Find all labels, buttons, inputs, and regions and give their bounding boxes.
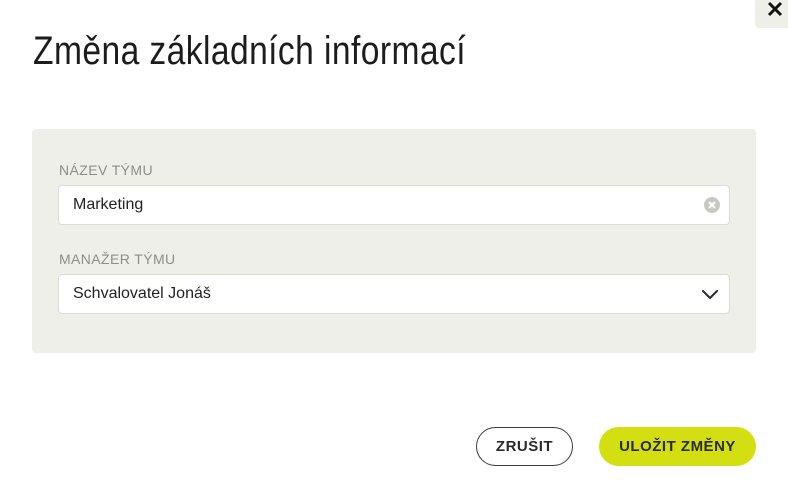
cancel-button[interactable]: ZRUŠIT [476,427,573,466]
edit-team-dialog: Změna základních informací NÁZEV TÝMU MA… [0,0,788,484]
dialog-title: Změna základních informací [33,29,466,73]
clear-circle-icon[interactable] [704,197,720,213]
close-button[interactable] [755,0,788,28]
team-name-field [58,185,730,225]
team-manager-label: MANAŽER TÝMU [59,251,176,267]
team-name-label: NÁZEV TÝMU [59,162,153,178]
save-changes-button[interactable]: ULOŽIT ZMĚNY [599,427,756,466]
form-panel: NÁZEV TÝMU MANAŽER TÝMU Schvalovatel Jon… [32,129,756,353]
team-name-input[interactable] [59,186,729,224]
team-manager-selected-value: Schvalovatel Jonáš [73,285,211,302]
chevron-down-icon [702,290,718,299]
team-manager-select[interactable]: Schvalovatel Jonáš [58,274,730,314]
